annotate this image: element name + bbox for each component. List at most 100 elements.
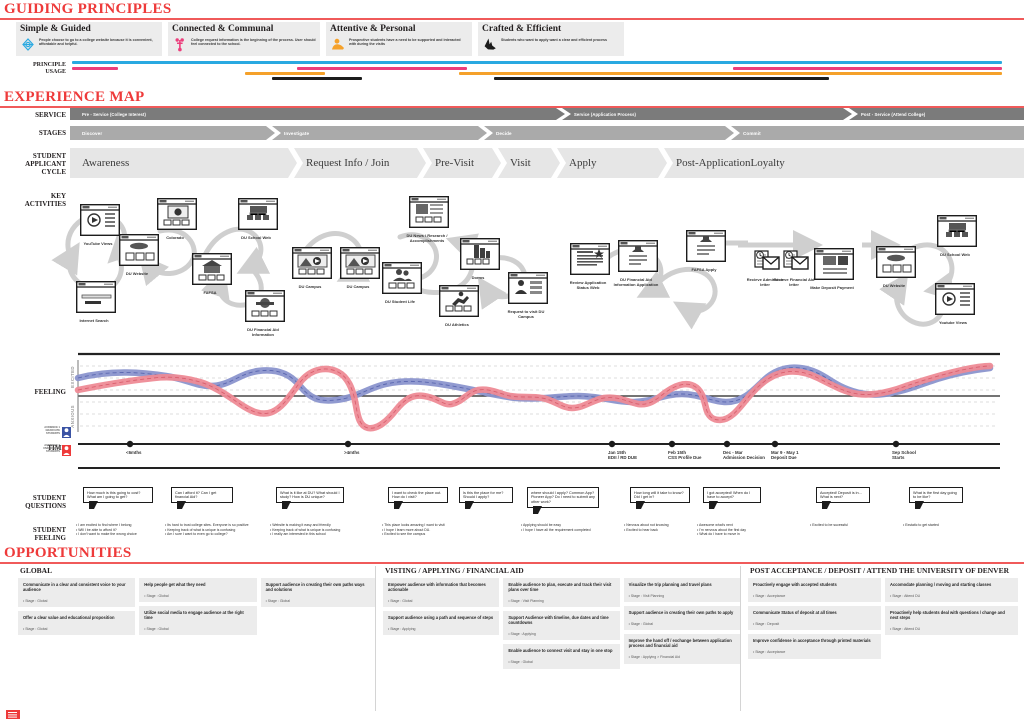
opportunity-card[interactable]: Improve the hand off / exchange between … [624,634,740,663]
opportunity-title: Accomodate planning / moving and startin… [890,582,1013,587]
opportunity-stage: • Stage : Visit Planning [629,594,735,598]
key-activity-node[interactable]: FAFSA [190,253,233,296]
bank-window-icon [190,253,233,290]
service-phase-2[interactable]: Service (Application Process) [562,108,852,120]
divider [0,562,1024,564]
student-question-bubble[interactable]: I want to check the place out. How do I … [388,487,448,503]
principle-card-1[interactable]: Simple & Guided People choose to go to a… [16,22,162,56]
opportunity-card[interactable]: Communicate in a clear and consistent vo… [18,578,135,607]
cycle-phase-2[interactable]: Request Info / Join [294,148,426,178]
student-question-bubble[interactable]: Can I afford it? Can I get financial Aid… [171,487,233,503]
opportunity-title: Support audience in creating their own p… [266,582,370,592]
student-question-bubble[interactable]: Is this the place for me? Should I apply… [459,487,513,503]
key-activity-node[interactable]: DU Campus [290,247,333,290]
student-question-bubble[interactable]: where should I apply? Common App? Pionee… [527,487,599,508]
opportunity-card[interactable]: Support audience using a path and sequen… [383,611,499,635]
cycle-phase-1[interactable]: Awareness [70,148,297,178]
cycle-phase-3[interactable]: Pre-Visit [423,148,501,178]
timeline-mark: <6mths [126,450,182,455]
key-activity-node[interactable]: DU School Web [935,215,978,258]
service-phase-3[interactable]: Post - Service (Attend College) [849,108,1024,120]
opportunity-card[interactable]: Support audience in creating their own p… [624,606,740,630]
student-question-bubble[interactable]: What is it like at DU? What should I stu… [276,487,344,503]
key-activity-node[interactable]: DU School Web [236,198,279,241]
key-activity-node[interactable]: FAFSA Apply [684,230,727,273]
principle-card-4[interactable]: Crafted & Efficient Students who want to… [478,22,624,56]
principle-description: College request information is the begin… [191,36,316,47]
key-activity-node[interactable]: DU News / Research / Accomplishments [407,196,450,244]
service-phase-label: Service (Application Process) [574,112,636,117]
key-activity-node[interactable]: Colorado [155,198,198,241]
campus-photo-icon [338,247,381,284]
opportunity-card[interactable]: Enable audience to connect visit and sta… [503,644,619,668]
opportunity-subcolumn: Enable audience to plan, execute and tra… [503,578,619,669]
opportunity-card[interactable]: Visualize the trip planning and travel p… [624,578,740,602]
stage-1[interactable]: Discover [70,126,275,140]
opportunity-subcolumn: Visualize the trip planning and travel p… [624,578,740,669]
key-activity-node[interactable]: DU Campus [338,247,381,290]
key-activity-label: YouTube Views [75,242,121,247]
principle-card-2[interactable]: Connected & Communal College request inf… [168,22,320,56]
connector-icon [172,36,187,52]
opportunity-card[interactable]: Improve confidense in acceptance through… [748,634,881,658]
opportunity-stage: • Stage : Global [388,599,494,603]
opportunity-title: Improve the hand off / exchange between … [629,638,735,648]
audience-label: AUDIENCE 2 UNDERGRAD STUDENTS [38,444,60,453]
opportunity-card[interactable]: Support audience in creating their own p… [261,578,375,607]
student-question-bubble[interactable]: Accepted! Deposit is in... What is next? [816,487,870,503]
student-feeling-group: • Awesome what's next• I'm nervous about… [697,523,802,537]
student-question-bubble[interactable]: How much is this going to cost? What am … [83,487,153,503]
principle-description: Students who want to apply want a clear … [501,36,607,42]
key-activity-node[interactable]: DU Website [874,246,917,289]
principle-card-3[interactable]: Attentive & Personal Prospective student… [326,22,472,56]
key-activity-node[interactable]: Internet Search [74,281,117,324]
cycle-phase-6[interactable]: Post-ApplicationLoyalty [664,148,1024,178]
principle-description: People choose to go to a college website… [39,36,158,47]
opportunity-title: Support audience in creating their own p… [629,610,735,615]
stage-4[interactable]: Commit [731,126,1024,140]
opportunity-group-heading: VISTING / APPLYING / FINANCIAL AID [383,566,740,575]
opportunity-card[interactable]: Proactively help students deal with ques… [885,606,1018,635]
key-activity-node[interactable]: Youtube Views [933,283,976,326]
student-question-bubble[interactable]: What is the first day going to be like? [909,487,963,503]
key-activity-label: DU Campus [287,285,333,290]
stage-2[interactable]: Investigate [272,126,487,140]
service-phase-1[interactable]: Pre - Service (College Interest) [70,108,565,120]
opportunity-card[interactable]: Communicate Status of deposit at all tim… [748,606,881,630]
student-question-bubble[interactable]: I got accepted! When do I have to accept… [703,487,761,503]
opportunity-card[interactable]: Offer a clear value and educational prop… [18,611,135,635]
opportunity-card[interactable]: Support Audience with timeline, due date… [503,611,619,640]
key-activity-node[interactable]: DU Financial Aid Information [243,290,286,338]
cycle-phase-4[interactable]: Visit [498,148,560,178]
opportunity-card[interactable]: Enable audience to plan, execute and tra… [503,578,619,607]
key-activity-node[interactable]: Recieve Financial Aid letter [774,250,817,288]
opportunity-card[interactable]: Help people get what they need • Stage :… [139,578,256,602]
visit-request-icon [506,272,549,309]
key-activity-node[interactable]: DU Student Life [380,262,423,305]
student-feeling-group: • Excited to be sucessful [810,523,915,528]
opportunity-card[interactable]: Empower audience with information that b… [383,578,499,607]
key-activity-node[interactable]: Dorms [458,238,501,281]
opportunity-stage: • Stage : Global [508,660,614,664]
stage-3[interactable]: Decide [484,126,734,140]
opportunity-subcolumn: Empower audience with information that b… [383,578,499,669]
opportunity-card[interactable]: Utilize social media to engage audience … [139,606,256,635]
key-activity-node[interactable]: DU Financial Aid Information Application [616,240,659,288]
opportunity-card[interactable]: Proactively engage with accepted student… [748,578,881,602]
key-activity-node[interactable]: YouTube Views [78,204,121,247]
key-activity-node[interactable]: Make Deposit Payment [812,248,855,291]
student-questions-label: STUDENTQUESTIONS [10,494,66,510]
key-activity-node[interactable]: Request to visit DU Campus [506,272,549,320]
opportunity-stage: • Stage : Deposit [753,622,876,626]
opportunity-card[interactable]: Accomodate planning / moving and startin… [885,578,1018,602]
student-question-text: How much is this going to cost? What am … [87,491,149,500]
cycle-phase-5[interactable]: Apply [557,148,667,178]
student-figure-icon [62,443,71,454]
key-activity-node[interactable]: Review Application Status /Web [568,243,611,291]
key-activity-node[interactable]: DU Athletics [437,285,480,328]
aid-application-icon [616,240,659,277]
hand-icon [482,36,497,52]
diamond-icon [20,36,35,52]
key-activity-label: DU Website [871,284,917,289]
student-question-bubble[interactable]: How long will it take to know? Did I get… [630,487,690,503]
